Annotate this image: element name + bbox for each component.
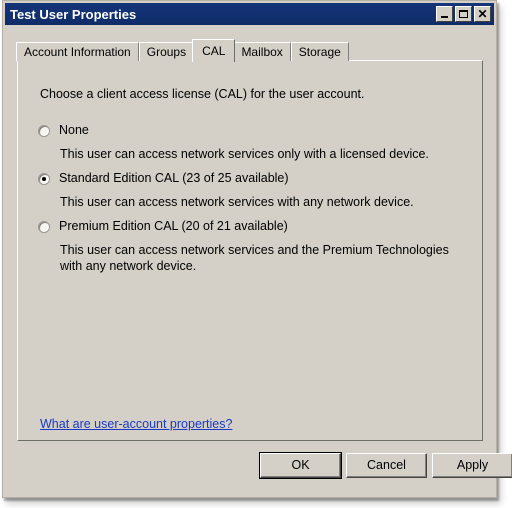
- window-controls: ✕: [436, 6, 494, 22]
- window-title: Test User Properties: [10, 6, 137, 22]
- ok-button[interactable]: OK: [259, 452, 342, 479]
- radio-none-label: None: [59, 123, 89, 137]
- description-none: This user can access network services on…: [60, 147, 429, 161]
- tab-account-information[interactable]: Account Information: [16, 42, 139, 61]
- cal-tab-panel: Choose a client access license (CAL) for…: [17, 60, 483, 441]
- cancel-button[interactable]: Cancel: [346, 453, 427, 478]
- maximize-button[interactable]: [455, 6, 472, 22]
- description-standard: This user can access network services wi…: [60, 195, 414, 209]
- dialog-button-bar: OK Cancel Apply: [3, 452, 512, 483]
- tab-groups[interactable]: Groups: [138, 42, 195, 61]
- radio-standard-label: Standard Edition CAL (23 of 25 available…: [59, 171, 289, 185]
- radio-premium-icon[interactable]: [38, 221, 50, 233]
- title-bar[interactable]: Test User Properties ✕: [5, 3, 494, 25]
- properties-dialog-window: Test User Properties ✕ Account Informati…: [2, 0, 512, 498]
- maximize-icon: [456, 7, 471, 21]
- apply-button[interactable]: Apply: [432, 453, 512, 478]
- tab-storage[interactable]: Storage: [290, 42, 349, 61]
- minimize-button[interactable]: [436, 6, 453, 22]
- radio-option-none[interactable]: None: [38, 123, 89, 138]
- user-account-properties-link[interactable]: What are user-account properties?: [40, 417, 232, 431]
- radio-standard-icon[interactable]: [38, 173, 50, 185]
- tab-mailbox[interactable]: Mailbox: [233, 42, 291, 61]
- close-button[interactable]: ✕: [474, 6, 491, 22]
- radio-premium-label: Premium Edition CAL (20 of 21 available): [59, 219, 288, 233]
- radio-option-standard[interactable]: Standard Edition CAL (23 of 25 available…: [38, 171, 289, 186]
- tab-strip: Account Information Groups CAL Mailbox S…: [16, 39, 349, 62]
- description-premium: This user can access network services an…: [60, 243, 449, 273]
- radio-none-icon[interactable]: [38, 125, 50, 137]
- close-icon: ✕: [477, 7, 488, 21]
- intro-text: Choose a client access license (CAL) for…: [40, 87, 365, 101]
- radio-option-premium[interactable]: Premium Edition CAL (20 of 21 available): [38, 219, 288, 234]
- tab-cal[interactable]: CAL: [192, 39, 236, 62]
- minimize-icon: [437, 7, 452, 21]
